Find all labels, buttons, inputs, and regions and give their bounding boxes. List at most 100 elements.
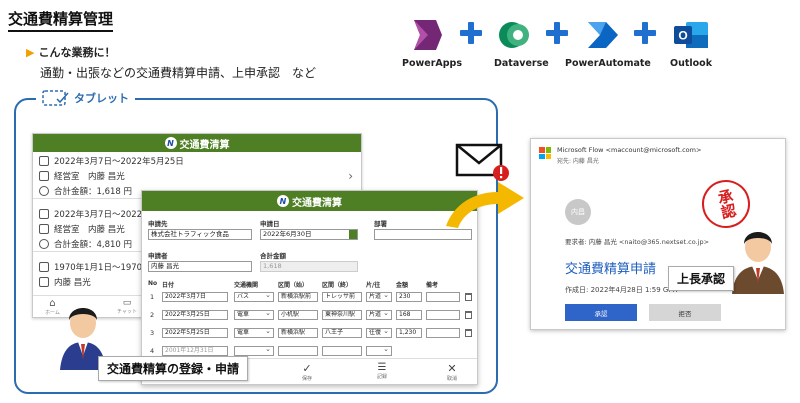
tablet-label: タブレット [74, 92, 129, 105]
total-amount-field: 1,618 [260, 261, 358, 272]
plus-icon [546, 22, 568, 44]
requester-input[interactable]: 内藤 昌光 [148, 261, 252, 272]
calendar-icon [39, 261, 49, 272]
row-number: 1 [150, 293, 155, 301]
row-note-input[interactable] [426, 292, 460, 302]
powerautomate-label: PowerAutomate [565, 58, 651, 69]
record-button[interactable]: ☰ 記録 [377, 362, 387, 380]
row-from-input[interactable] [278, 346, 318, 356]
row-amount-input[interactable]: 230 [396, 292, 422, 302]
row-date-input[interactable]: 2022年5月25日 [162, 328, 228, 338]
requester-label: 申請者 [148, 252, 168, 260]
plus-icon [460, 22, 482, 44]
trash-icon[interactable] [465, 311, 472, 319]
calendar-icon [39, 208, 49, 219]
trash-icon[interactable] [465, 329, 472, 337]
row-date-input[interactable]: 2001年12月31日 [162, 346, 228, 356]
trash-icon[interactable] [465, 293, 472, 301]
tablet-label-box: タブレット [36, 90, 135, 106]
row-from-input[interactable]: 新横浜駅前 [278, 292, 318, 302]
row-from-input[interactable]: 新横浜駅 [278, 328, 318, 338]
row-transport-select[interactable]: 電車 [234, 328, 274, 338]
row-from-input[interactable]: 小机駅 [278, 310, 318, 320]
row-date-input[interactable]: 2022年3月25日 [162, 310, 228, 320]
description-text: 通勤・出張などの交通費精算申請、上申承認 など [40, 66, 317, 80]
powerapps-logo [406, 16, 444, 58]
row-trip-select[interactable]: 往復 [366, 328, 392, 338]
row-to-input[interactable] [322, 346, 362, 356]
row-date-input[interactable]: 2022年3月7日 [162, 292, 228, 302]
outlook-icon: O [674, 22, 708, 48]
row-trip-select[interactable]: 片道 [366, 292, 392, 302]
total-label: 合計金額 [260, 252, 286, 260]
building-icon [39, 276, 49, 287]
bullet-heading: ▶ こんな業務に！ [26, 44, 115, 60]
close-icon: ✕ [447, 362, 457, 375]
col-transport: 交通機関 [234, 282, 259, 289]
stamp-text: 承認 [714, 187, 739, 221]
email-recipient: 宛先: 内藤 昌光 [557, 158, 599, 165]
money-icon [39, 185, 49, 196]
col-to: 区間（終） [322, 282, 353, 289]
chat-icon: ▭ [122, 298, 132, 308]
chat-tab[interactable]: ▭ チャット [117, 298, 137, 315]
svg-text:O: O [678, 29, 687, 43]
cancel-button[interactable]: ✕ 取消 [447, 362, 457, 382]
row-to-input[interactable]: トレッサ前 [322, 292, 362, 302]
app-header: N 交通費清算 [33, 134, 361, 152]
apply-date-input[interactable]: 2022年6月30日 [260, 229, 358, 240]
row-number: 3 [150, 329, 155, 337]
row-note-input[interactable] [426, 328, 460, 338]
col-amount: 金額 [396, 282, 409, 289]
row-trip-select[interactable] [366, 346, 392, 356]
col-note: 備考 [426, 282, 439, 289]
app-header: N 交通費清算 [142, 191, 477, 211]
powerautomate-logo [584, 16, 622, 58]
chevron-right-icon[interactable]: › [348, 169, 353, 183]
row-transport-select[interactable]: 電車 [234, 310, 274, 320]
database-icon: ☰ [377, 362, 387, 373]
row-to-input[interactable]: 東神奈川駅 [322, 310, 362, 320]
tablet-icon [42, 90, 69, 106]
dataverse-logo [496, 16, 534, 58]
dataverse-label: Dataverse [494, 58, 549, 69]
calendar-icon [39, 155, 49, 166]
row-amount-input[interactable]: 1,230 [396, 328, 422, 338]
app-logo-icon: N [277, 195, 289, 207]
apply-date-label: 申請日 [260, 220, 280, 228]
checkmark-icon: ✓ [302, 362, 312, 375]
flow-arrow-icon [446, 182, 524, 228]
reject-button[interactable]: 拒否 [649, 304, 721, 321]
row-amount-input[interactable]: 168 [396, 310, 422, 320]
bullet-text: こんな業務に！ [38, 46, 116, 59]
save-button[interactable]: ✓ 保存 [302, 362, 312, 382]
row-number: 2 [150, 311, 155, 319]
applicant-input[interactable]: 株式会社トラフィック食品 [148, 229, 252, 240]
dataverse-icon [499, 22, 529, 48]
building-icon [39, 170, 49, 181]
row-transport-select[interactable] [234, 346, 274, 356]
email-sender: Microsoft Flow <maccount@microsoft.com> [557, 146, 702, 154]
col-no: No [148, 280, 158, 287]
email-subject: 交通費精算申請 [565, 262, 657, 277]
dept-input[interactable] [374, 229, 472, 240]
calendar-icon[interactable] [349, 230, 357, 239]
powerapps-icon [414, 20, 442, 50]
applicant-label: 申請先 [148, 220, 168, 228]
row-to-input[interactable]: 八王子 [322, 328, 362, 338]
row-trip-select[interactable]: 片道 [366, 310, 392, 320]
email-created-date: 作成日: 2022年4月28日 1:59 GMT [565, 286, 679, 294]
powerapps-label: PowerApps [402, 58, 463, 69]
triangle-bullet-icon: ▶ [26, 46, 35, 59]
approve-button[interactable]: 承認 [565, 304, 637, 321]
outlook-label: Outlook [670, 58, 713, 69]
app-title: 交通費清算 [292, 197, 342, 209]
row-transport-select[interactable]: バス [234, 292, 274, 302]
applicant-role-label: 交通費精算の登録・申請 [98, 356, 249, 381]
app-logo-icon: N [164, 137, 177, 149]
row-note-input[interactable] [426, 310, 460, 320]
outlook-logo: O [672, 16, 710, 58]
money-icon [39, 238, 49, 249]
microsoft-logo-icon [539, 147, 551, 159]
page-title: 交通費精算管理 [8, 8, 114, 32]
